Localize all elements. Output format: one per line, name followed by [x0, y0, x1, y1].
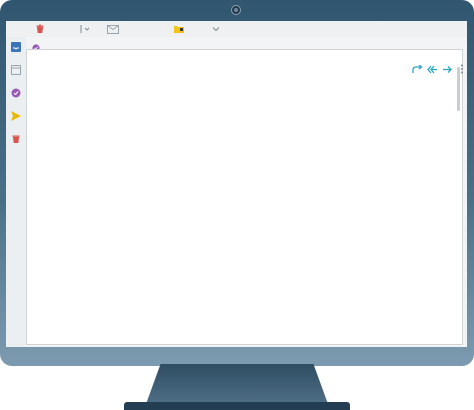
- monitor-stand-base: [124, 402, 350, 410]
- mail-icon[interactable]: [106, 23, 120, 35]
- trash-icon[interactable]: [10, 133, 22, 145]
- check-circle-icon[interactable]: [10, 87, 22, 99]
- toolbar: [6, 21, 467, 38]
- monitor-frame: [0, 0, 474, 366]
- archive-icon[interactable]: [10, 64, 22, 76]
- email-app-window: [6, 21, 467, 347]
- inbox-icon[interactable]: [10, 41, 22, 53]
- message-pane: [26, 49, 463, 345]
- reply-all-icon[interactable]: [426, 63, 438, 75]
- monitor-stand-neck: [146, 364, 328, 404]
- trash-icon[interactable]: [34, 23, 46, 35]
- check-circle-icon[interactable]: [32, 39, 40, 52]
- dropdown-chevron-icon[interactable]: [78, 23, 92, 35]
- message-header-bar: [26, 37, 467, 52]
- scrollbar[interactable]: [457, 67, 460, 111]
- send-icon[interactable]: [10, 110, 22, 122]
- webcam-icon: [231, 5, 241, 15]
- reply-icon[interactable]: [411, 63, 423, 75]
- dropdown-chevron-icon[interactable]: [210, 23, 222, 35]
- sidebar: [6, 37, 26, 347]
- forward-icon[interactable]: [441, 63, 453, 75]
- folder-tag-icon[interactable]: [172, 23, 186, 35]
